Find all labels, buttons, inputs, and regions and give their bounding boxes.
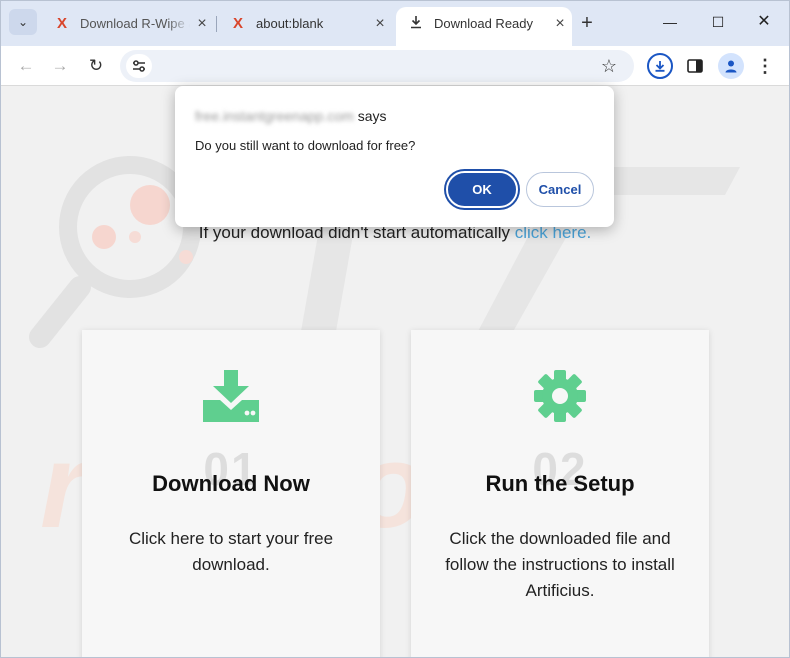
step-description: Click the downloaded file and follow the… (445, 529, 675, 600)
download-icon (655, 61, 665, 72)
tab-about-blank[interactable]: X about:blank × (218, 7, 392, 40)
site-info-button[interactable] (126, 54, 152, 78)
close-icon[interactable]: × (190, 15, 214, 33)
tab-download-rwipe[interactable]: X Download R-Wipe & × (42, 7, 214, 40)
download-tray-icon (82, 370, 380, 422)
tab-download-ready[interactable]: Download Ready × (396, 7, 572, 46)
maximize-icon: ☐ (711, 14, 725, 30)
dialog-origin-suffix: says (357, 108, 387, 124)
close-icon[interactable]: × (548, 15, 572, 33)
step-description: Click here to start your free download. (128, 529, 334, 574)
tab-strip: ⌄ X Download R-Wipe & × X about:blank × … (0, 0, 790, 46)
browser-toolbar: ← → ↻ ☆ ⋮ (0, 46, 790, 86)
tune-icon (133, 60, 145, 72)
more-menu-button[interactable]: ⋮ (752, 52, 778, 80)
arrow-left-icon: ← (17, 56, 35, 75)
tab-title: about:blank (256, 16, 324, 31)
confirm-dialog: free.instantgreenapp.com says Do you stil… (175, 86, 614, 227)
star-icon: ☆ (600, 56, 618, 76)
arrow-right-icon: → (51, 56, 69, 75)
close-window-button[interactable]: ✕ (744, 8, 784, 36)
maximize-button[interactable]: ☐ (698, 8, 738, 36)
plus-icon: + (581, 12, 593, 34)
side-panel-button[interactable] (684, 54, 706, 78)
tab-title: Download R-Wipe & (80, 16, 190, 31)
bookmark-star-button[interactable]: ☆ (596, 53, 622, 79)
downloads-button[interactable] (647, 53, 673, 79)
forward-button[interactable]: → (46, 52, 74, 80)
profile-button[interactable] (718, 53, 744, 79)
step-card-setup[interactable]: 02 Run the Setup Click the downloaded fi… (411, 330, 709, 658)
x-logo-icon: X (56, 15, 67, 32)
address-bar[interactable]: ☆ (120, 50, 634, 82)
ok-button[interactable]: OK (446, 171, 518, 208)
step-card-download[interactable]: 01 Download Now Click here to start your… (82, 330, 380, 658)
gear-icon (411, 370, 709, 422)
side-panel-icon (687, 59, 703, 73)
minimize-button[interactable]: — (650, 8, 690, 36)
dialog-origin: free.instantgreenapp.com says (195, 108, 387, 124)
reload-button[interactable]: ↻ (82, 52, 110, 80)
kebab-menu-icon: ⋮ (756, 56, 774, 76)
new-tab-button[interactable]: + (576, 10, 598, 36)
download-icon (408, 15, 424, 32)
tab-title: Download Ready (434, 16, 534, 31)
minimize-icon: — (663, 14, 677, 30)
tab-search-button[interactable]: ⌄ (9, 9, 37, 35)
dialog-message: Do you still want to download for free? (195, 138, 416, 153)
close-icon[interactable]: × (368, 15, 392, 33)
x-logo-icon: X (232, 15, 243, 32)
back-button[interactable]: ← (12, 52, 40, 80)
step-title: Download Now (152, 471, 310, 496)
dialog-origin-host: free.instantgreenapp.com (195, 108, 354, 124)
cancel-button[interactable]: Cancel (526, 172, 594, 207)
tab-separator (216, 16, 217, 32)
chevron-down-icon: ⌄ (17, 15, 29, 29)
person-icon (725, 60, 737, 73)
reload-icon: ↻ (88, 56, 104, 75)
close-icon: ✕ (757, 13, 771, 30)
step-title: Run the Setup (485, 471, 635, 496)
